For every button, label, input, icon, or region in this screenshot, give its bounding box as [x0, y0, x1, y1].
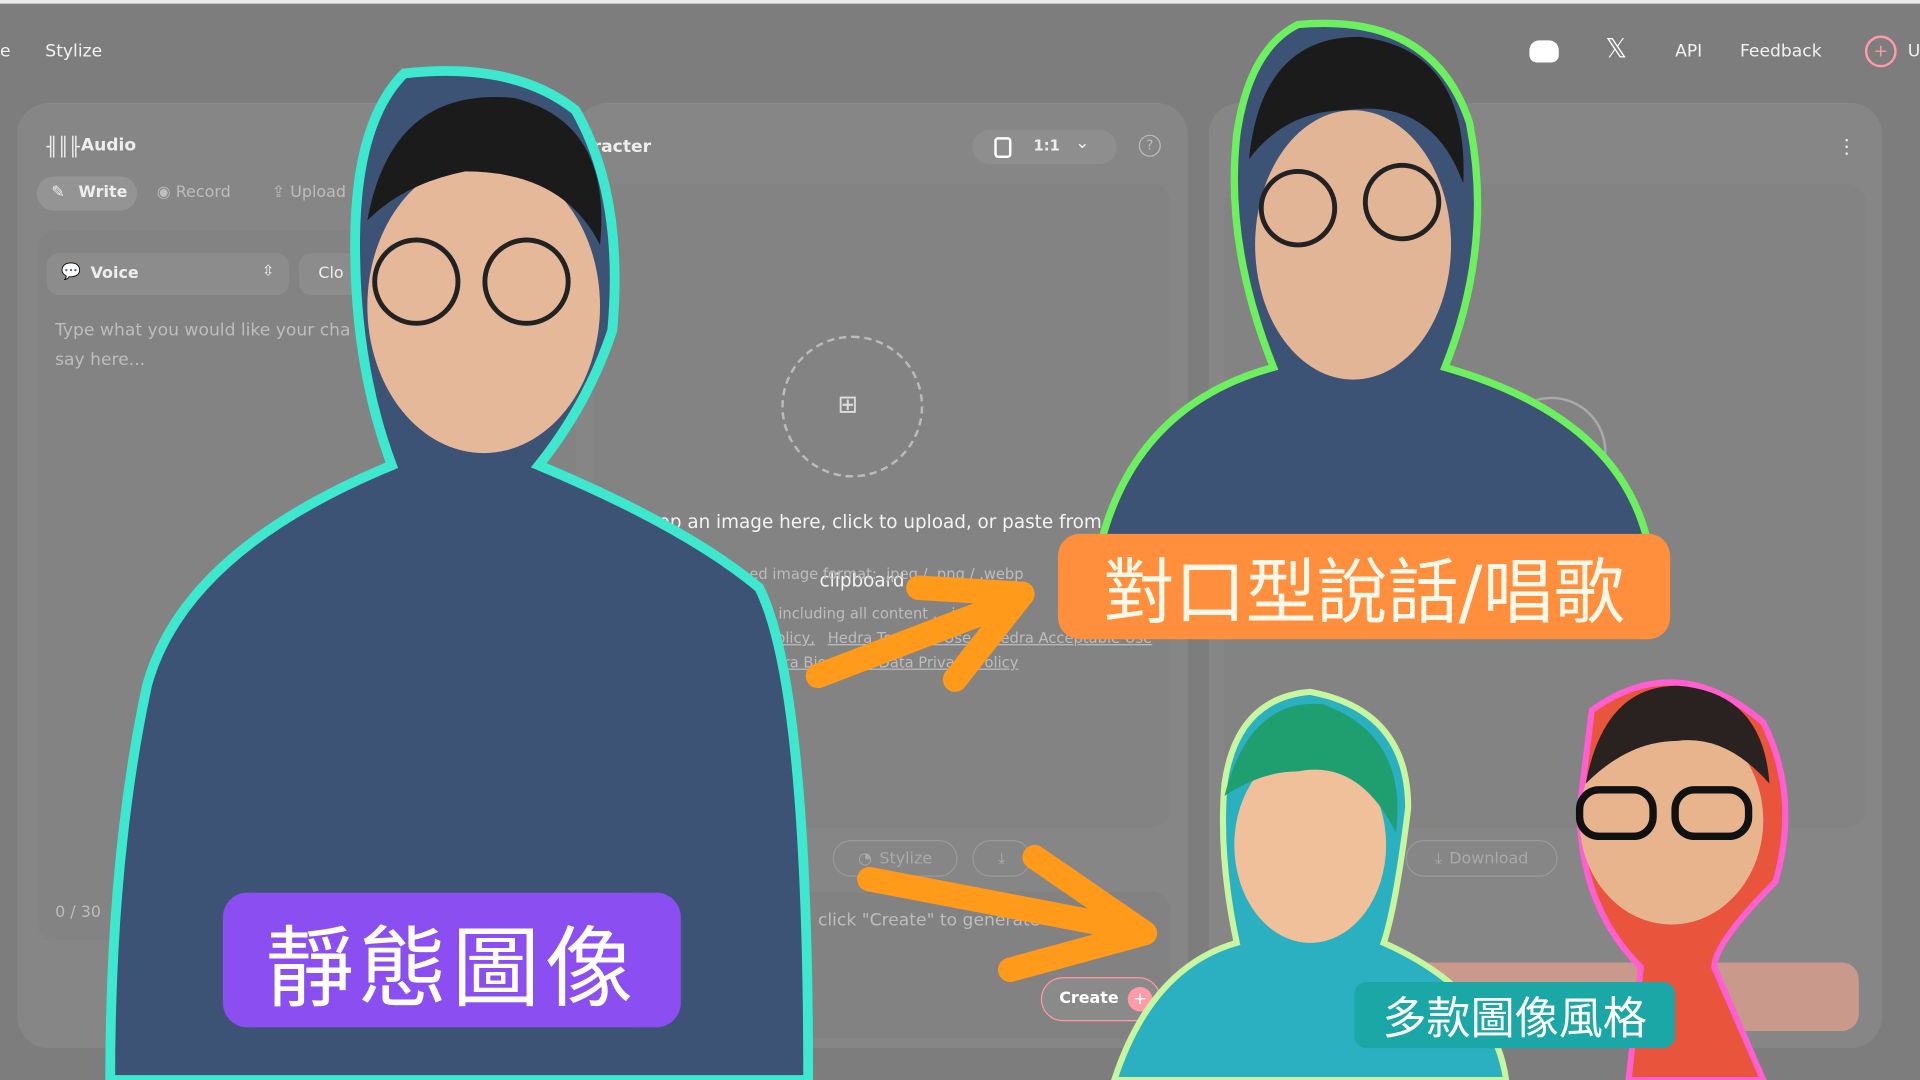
static-image-banner: 靜態圖像 [222, 892, 681, 1028]
lip-sync-banner: 對口型說話/唱歌 [1057, 533, 1671, 640]
arrows [805, 575, 1158, 983]
styles-banner: 多款圖像風格 [1354, 982, 1676, 1049]
screenshot: e Stylize 𝕏 API Feedback + U ╢║╟ Audio ✎… [0, 0, 1920, 1080]
right-person-photo [1097, 19, 1652, 543]
